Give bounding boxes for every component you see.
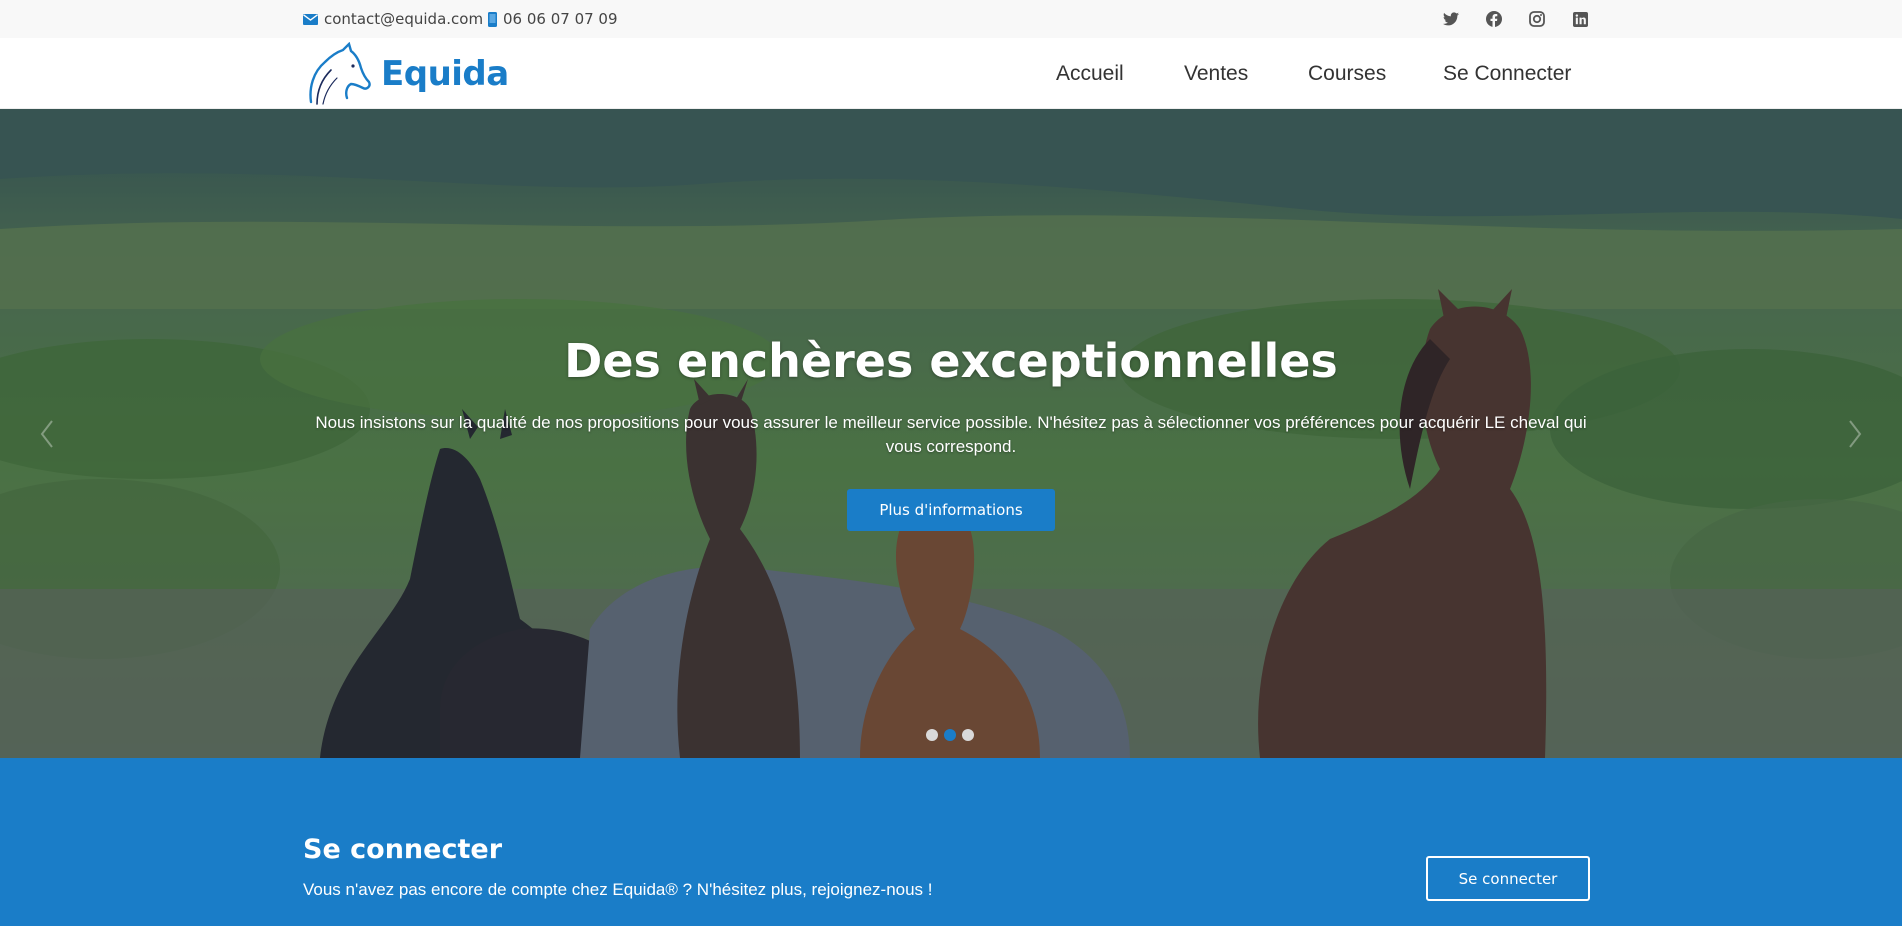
carousel-prev-button[interactable] (32, 409, 62, 459)
carousel-dot-2[interactable] (944, 729, 956, 741)
contact-email[interactable]: contact@equida.com (303, 0, 483, 38)
nav-link-ventes[interactable]: Ventes (1184, 62, 1248, 86)
logo[interactable]: Equida (303, 41, 509, 107)
twitter-icon[interactable] (1441, 9, 1461, 29)
login-section-title: Se connecter (303, 834, 503, 865)
linkedin-icon[interactable] (1570, 9, 1590, 29)
chevron-left-icon (40, 420, 53, 448)
instagram-icon[interactable] (1527, 9, 1547, 29)
login-section-text: Vous n'avez pas encore de compte chez Eq… (303, 880, 933, 899)
nav-item-ventes[interactable]: Ventes (1184, 38, 1248, 109)
contact-phone-text[interactable]: 06 06 07 07 09 (503, 10, 618, 28)
envelope-icon (303, 13, 318, 25)
hero-carousel: Des enchères exceptionnelles Nous insist… (0, 109, 1902, 758)
chevron-right-icon (1849, 420, 1862, 448)
nav-link-se-connecter[interactable]: Se Connecter (1443, 62, 1571, 86)
nav-item-courses[interactable]: Courses (1308, 38, 1386, 109)
login-call-to-action: Se connecter Vous n'avez pas encore de c… (0, 758, 1902, 926)
facebook-icon[interactable] (1484, 9, 1504, 29)
mobile-phone-icon (488, 11, 497, 27)
contact-email-text[interactable]: contact@equida.com (324, 10, 483, 28)
contact-phone[interactable]: 06 06 07 07 09 (488, 0, 618, 38)
hero-title: Des enchères exceptionnelles (564, 334, 1338, 388)
logo-text: Equida (381, 54, 509, 94)
carousel-dot-3[interactable] (962, 729, 974, 741)
nav-item-se-connecter[interactable]: Se Connecter (1443, 38, 1571, 109)
main-header: Equida Accueil Ventes Courses Se Connect… (0, 38, 1902, 109)
nav-link-accueil[interactable]: Accueil (1056, 62, 1124, 86)
nav-item-accueil[interactable]: Accueil (1056, 38, 1124, 109)
horse-head-icon (309, 42, 371, 105)
carousel-dot-1[interactable] (926, 729, 938, 741)
hero-description: Nous insistons sur la qualité de nos pro… (315, 413, 1587, 456)
carousel-indicators (926, 729, 974, 741)
login-button[interactable]: Se connecter (1426, 856, 1590, 901)
nav-link-courses[interactable]: Courses (1308, 62, 1386, 86)
more-info-button[interactable]: Plus d'informations (847, 489, 1055, 531)
top-bar: contact@equida.com 06 06 07 07 09 (0, 0, 1902, 38)
carousel-next-button[interactable] (1840, 409, 1870, 459)
